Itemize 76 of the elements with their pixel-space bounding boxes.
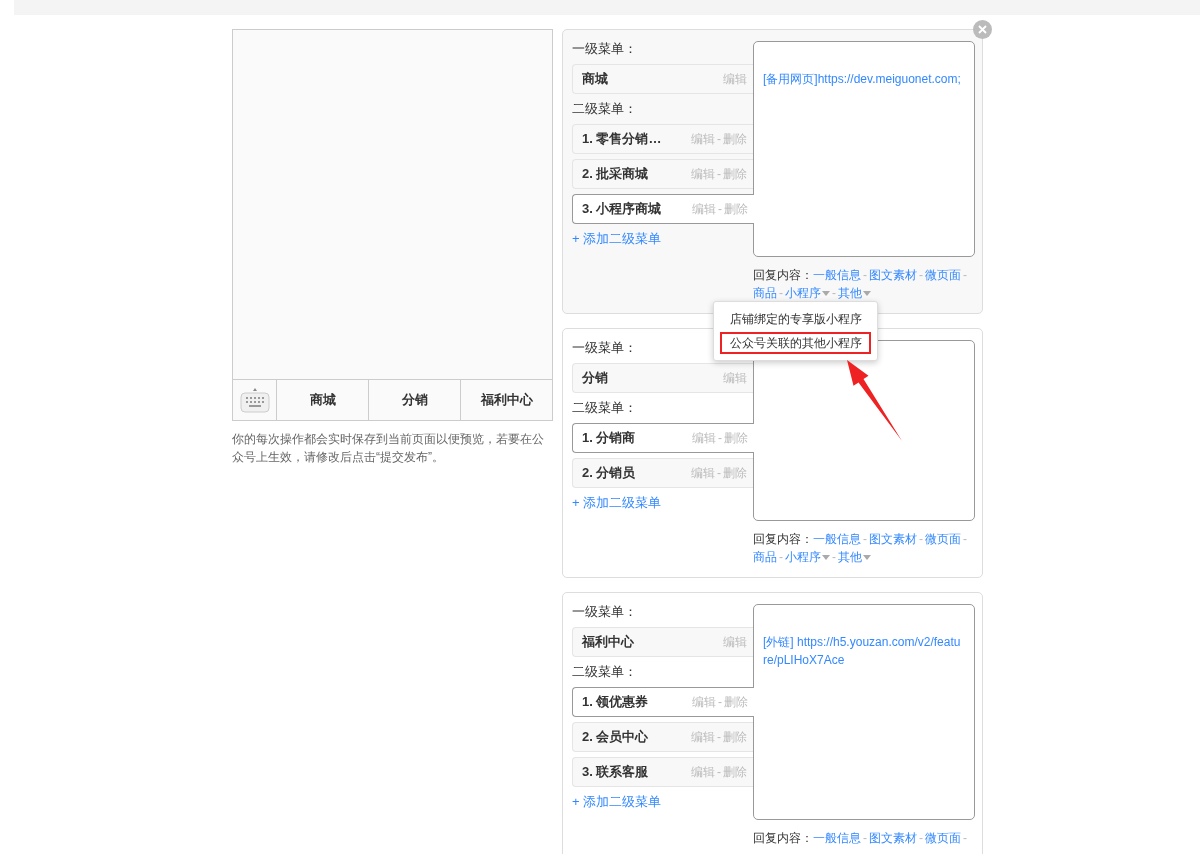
reply-type-link[interactable]: 其他: [838, 286, 871, 300]
action-link[interactable]: 删除: [724, 200, 748, 218]
field-label: 二级菜单：: [572, 399, 637, 417]
menu-tab[interactable]: 分销: [369, 380, 461, 420]
menu-item[interactable]: 1. 领优惠券 编辑 - 删除: [572, 687, 754, 717]
reply-label: 回复内容：: [753, 268, 813, 282]
action-link[interactable]: 编辑: [692, 429, 716, 447]
separator-text: -: [863, 268, 867, 282]
field-label: 一级菜单：: [572, 339, 637, 357]
dropdown-item[interactable]: 店铺绑定的专享版小程序: [720, 308, 871, 330]
action-link[interactable]: 编辑: [692, 693, 716, 711]
reply-type-link[interactable]: 商品: [753, 286, 777, 300]
separator-text: -: [717, 466, 721, 480]
separator-text: -: [919, 268, 923, 282]
reply-type-link[interactable]: 微页面: [925, 532, 961, 546]
reply-label: 回复内容：: [753, 831, 813, 845]
separator-text: -: [717, 167, 721, 181]
menu-item-label: 3. 小程序商城: [582, 200, 663, 218]
menu-tab[interactable]: 商城: [277, 380, 369, 420]
separator-text: -: [863, 532, 867, 546]
menu-item-label: 分销: [582, 369, 609, 387]
separator-text: -: [832, 550, 836, 564]
menu-item[interactable]: 1. 分销商 编辑 - 删除: [572, 423, 754, 453]
menu-item-label: 1. 领优惠券: [582, 693, 650, 711]
reply-type-link[interactable]: 一般信息: [813, 532, 861, 546]
menu-item-label: 1. 零售分销…: [582, 130, 663, 148]
separator-text: -: [832, 286, 836, 300]
add-submenu-link[interactable]: + 添加二级菜单: [572, 792, 662, 812]
reply-type-link[interactable]: 一般信息: [813, 831, 861, 845]
separator-text: -: [963, 831, 967, 845]
separator-text: -: [718, 431, 722, 445]
separator-text: -: [718, 695, 722, 709]
separator-text: -: [717, 730, 721, 744]
reply-label: 回复内容：: [753, 532, 813, 546]
menu-item-label: 2. 批采商城: [582, 165, 650, 183]
separator-text: -: [779, 550, 783, 564]
reply-type-link[interactable]: 小程序: [785, 286, 830, 300]
reply-type-link[interactable]: 微页面: [925, 268, 961, 282]
field-label: 二级菜单：: [572, 663, 637, 681]
menu-item-label: 福利中心: [582, 633, 635, 651]
reply-type-link[interactable]: 微页面: [925, 831, 961, 845]
reply-link[interactable]: [外链] https://h5.youzan.com/v2/feature/pLIHoX7Ace: [763, 633, 962, 669]
dropdown-item[interactable]: 公众号关联的其他小程序: [720, 332, 871, 354]
field-label: 二级菜单：: [572, 100, 637, 118]
separator-text: -: [919, 532, 923, 546]
separator-text: -: [717, 132, 721, 146]
menu-item-label: 3. 联系客服: [582, 763, 650, 781]
separator-text: -: [717, 765, 721, 779]
reply-type-link[interactable]: 图文素材: [869, 532, 917, 546]
reply-type-link[interactable]: 小程序: [785, 550, 830, 564]
menu-item-label: 商城: [582, 70, 609, 88]
add-submenu-link[interactable]: + 添加二级菜单: [572, 493, 662, 513]
field-label: 一级菜单：: [572, 40, 637, 58]
action-link[interactable]: 编辑: [692, 200, 716, 218]
separator-text: -: [963, 532, 967, 546]
reply-type-link[interactable]: 图文素材: [869, 268, 917, 282]
reply-link[interactable]: [备用网页]https://dev.meiguonet.com;: [763, 70, 962, 88]
menu-item-label: 2. 分销员: [582, 464, 637, 482]
hint-text: 你的每次操作都会实时保存到当前页面以便预览，若要在公众号上生效，请修改后点击“提交发布”。: [232, 431, 545, 466]
reply-type-link[interactable]: 一般信息: [813, 268, 861, 282]
reply-type-link[interactable]: 其他: [838, 550, 871, 564]
add-submenu-link[interactable]: + 添加二级菜单: [572, 229, 662, 249]
menu-item-label: 1. 分销商: [582, 429, 637, 447]
separator-text: -: [863, 831, 867, 845]
action-link[interactable]: 删除: [724, 693, 748, 711]
separator-text: -: [963, 268, 967, 282]
menu-item[interactable]: 3. 小程序商城 编辑 - 删除: [572, 194, 754, 224]
separator-text: -: [718, 202, 722, 216]
menu-item-label: 2. 会员中心: [582, 728, 650, 746]
reply-type-link[interactable]: 商品: [753, 550, 777, 564]
field-label: 一级菜单：: [572, 603, 637, 621]
separator-text: -: [779, 286, 783, 300]
action-link[interactable]: 删除: [724, 429, 748, 447]
separator-text: -: [919, 831, 923, 845]
reply-type-link[interactable]: 图文素材: [869, 831, 917, 845]
menu-tab[interactable]: 福利中心: [461, 380, 552, 420]
